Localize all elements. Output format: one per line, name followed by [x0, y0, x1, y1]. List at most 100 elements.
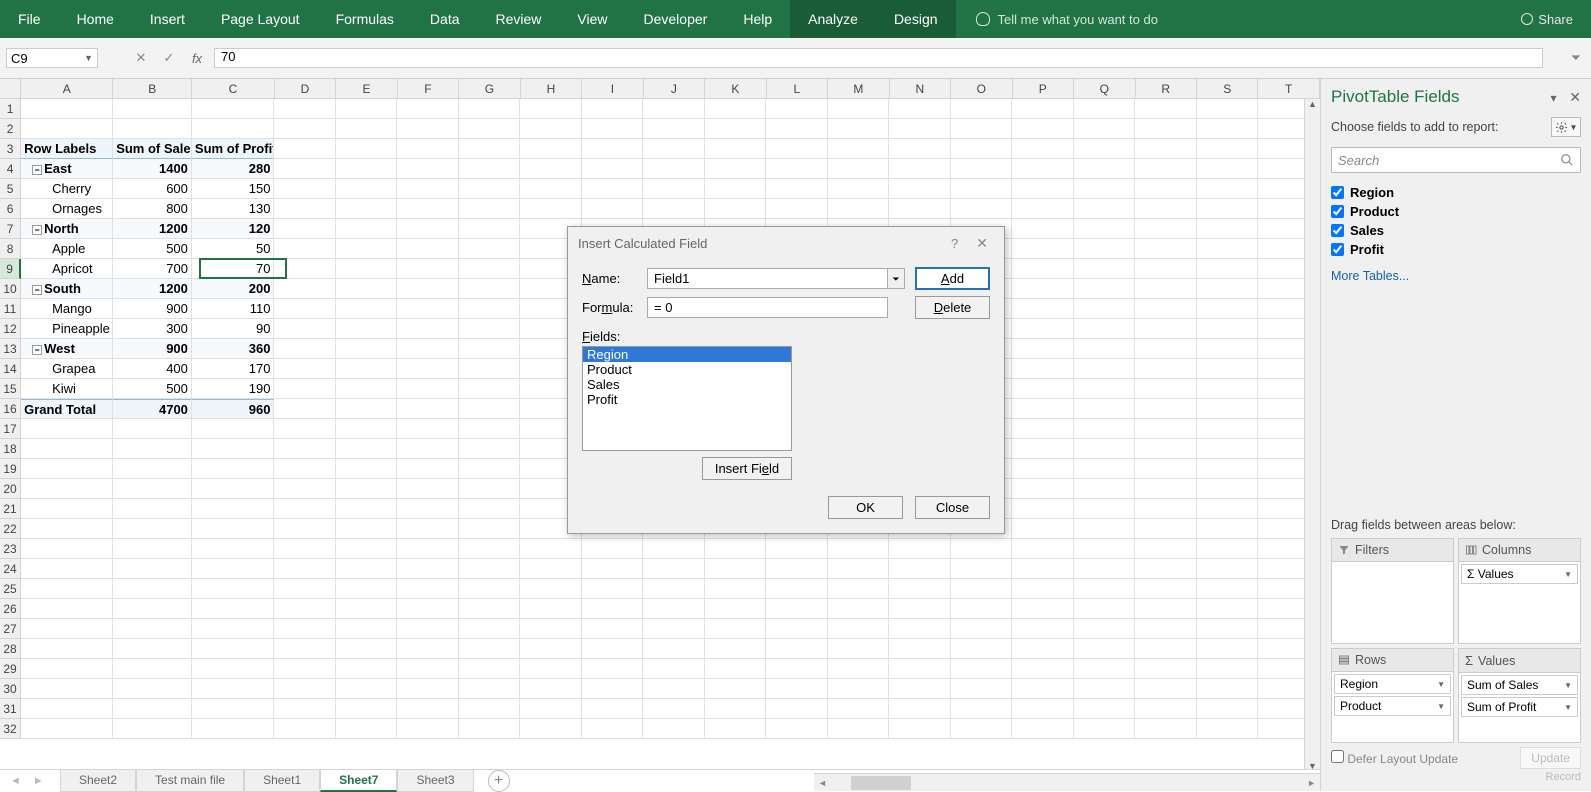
cell[interactable]	[274, 139, 336, 159]
ribbon-tab-design[interactable]: Design	[876, 0, 956, 38]
cell[interactable]	[1012, 679, 1074, 699]
cell[interactable]	[889, 179, 951, 199]
cell[interactable]	[459, 239, 521, 259]
cell[interactable]	[1197, 599, 1259, 619]
cell[interactable]	[21, 699, 113, 719]
cell[interactable]	[828, 619, 890, 639]
cell[interactable]	[1135, 559, 1197, 579]
chevron-down-icon[interactable]: ▼	[1564, 703, 1572, 712]
cancel-formula-icon[interactable]: ✕	[130, 50, 152, 66]
cell[interactable]	[643, 559, 705, 579]
cell[interactable]: 360	[192, 339, 275, 359]
cell[interactable]	[1135, 399, 1197, 419]
cell[interactable]	[459, 559, 521, 579]
cell[interactable]	[1074, 139, 1136, 159]
cell[interactable]	[766, 719, 828, 739]
cell[interactable]	[951, 539, 1013, 559]
values-area[interactable]: ΣValues Sum of Sales▼Sum of Profit▼	[1458, 648, 1581, 743]
ribbon-tab-developer[interactable]: Developer	[626, 0, 726, 38]
field-search-input[interactable]: Search	[1331, 147, 1581, 173]
cell[interactable]	[1012, 519, 1074, 539]
cell[interactable]	[520, 139, 582, 159]
cell[interactable]	[1074, 299, 1136, 319]
cell[interactable]	[951, 599, 1013, 619]
ribbon-tab-insert[interactable]: Insert	[132, 0, 203, 38]
cell[interactable]	[1197, 519, 1259, 539]
cell[interactable]	[21, 99, 113, 119]
cell[interactable]	[336, 159, 398, 179]
row-header[interactable]: 3	[0, 139, 21, 159]
cell[interactable]: 190	[192, 379, 275, 399]
row-header[interactable]: 30	[0, 679, 21, 699]
cell[interactable]	[1197, 339, 1259, 359]
cell[interactable]: 70	[192, 259, 275, 279]
cell[interactable]	[828, 599, 890, 619]
cell[interactable]	[1135, 279, 1197, 299]
cell[interactable]	[274, 459, 336, 479]
column-header[interactable]: G	[459, 79, 520, 98]
cell[interactable]	[1074, 439, 1136, 459]
cell[interactable]	[1135, 119, 1197, 139]
cell[interactable]	[889, 559, 951, 579]
cell[interactable]	[1012, 459, 1074, 479]
cell[interactable]	[459, 259, 521, 279]
close-icon[interactable]: ✕	[1569, 89, 1581, 105]
cell[interactable]	[274, 219, 336, 239]
cell[interactable]: Apricot	[21, 259, 113, 279]
cell[interactable]	[192, 539, 275, 559]
cell[interactable]	[459, 399, 521, 419]
cell[interactable]	[274, 679, 336, 699]
cell[interactable]	[828, 199, 890, 219]
column-header[interactable]: Q	[1074, 79, 1135, 98]
cell[interactable]	[1012, 299, 1074, 319]
cell[interactable]	[1197, 419, 1259, 439]
cell[interactable]	[1012, 599, 1074, 619]
cell[interactable]	[1197, 699, 1259, 719]
cell[interactable]	[459, 159, 521, 179]
cell[interactable]	[397, 159, 459, 179]
cell[interactable]	[21, 679, 113, 699]
area-item[interactable]: Sum of Sales▼	[1461, 675, 1578, 695]
cell[interactable]	[274, 339, 336, 359]
column-header[interactable]: M	[828, 79, 889, 98]
cell[interactable]	[459, 439, 521, 459]
cell[interactable]	[766, 119, 828, 139]
cell[interactable]	[643, 139, 705, 159]
ribbon-tab-page-layout[interactable]: Page Layout	[203, 0, 318, 38]
field-checkbox-profit[interactable]: Profit	[1331, 240, 1581, 259]
cell[interactable]	[1074, 279, 1136, 299]
row-header[interactable]: 8	[0, 239, 21, 259]
cell[interactable]	[336, 539, 398, 559]
cell[interactable]	[889, 139, 951, 159]
cell[interactable]	[1012, 359, 1074, 379]
cell[interactable]	[192, 639, 275, 659]
cell[interactable]	[1135, 439, 1197, 459]
cell[interactable]	[397, 299, 459, 319]
field-option-region[interactable]: Region	[583, 347, 791, 362]
cell[interactable]	[889, 659, 951, 679]
cell[interactable]	[336, 579, 398, 599]
cell[interactable]	[1197, 719, 1259, 739]
select-all-corner[interactable]	[0, 79, 21, 98]
cell[interactable]	[1135, 479, 1197, 499]
cell[interactable]	[336, 199, 398, 219]
cell[interactable]	[520, 99, 582, 119]
cell[interactable]	[766, 639, 828, 659]
column-header[interactable]: K	[705, 79, 766, 98]
cell[interactable]	[766, 659, 828, 679]
share-button[interactable]: Share	[1521, 12, 1573, 27]
cell[interactable]	[336, 339, 398, 359]
cell[interactable]	[582, 619, 644, 639]
enter-formula-icon[interactable]: ✓	[158, 50, 180, 66]
cell[interactable]	[1197, 219, 1259, 239]
cell[interactable]	[643, 119, 705, 139]
row-header[interactable]: 31	[0, 699, 21, 719]
cell[interactable]	[192, 459, 275, 479]
cell[interactable]	[459, 599, 521, 619]
cell[interactable]	[1197, 199, 1259, 219]
cell[interactable]	[274, 259, 336, 279]
cell[interactable]	[828, 179, 890, 199]
cell[interactable]	[1074, 539, 1136, 559]
cell[interactable]: Ornages	[21, 199, 113, 219]
cell[interactable]	[21, 579, 113, 599]
